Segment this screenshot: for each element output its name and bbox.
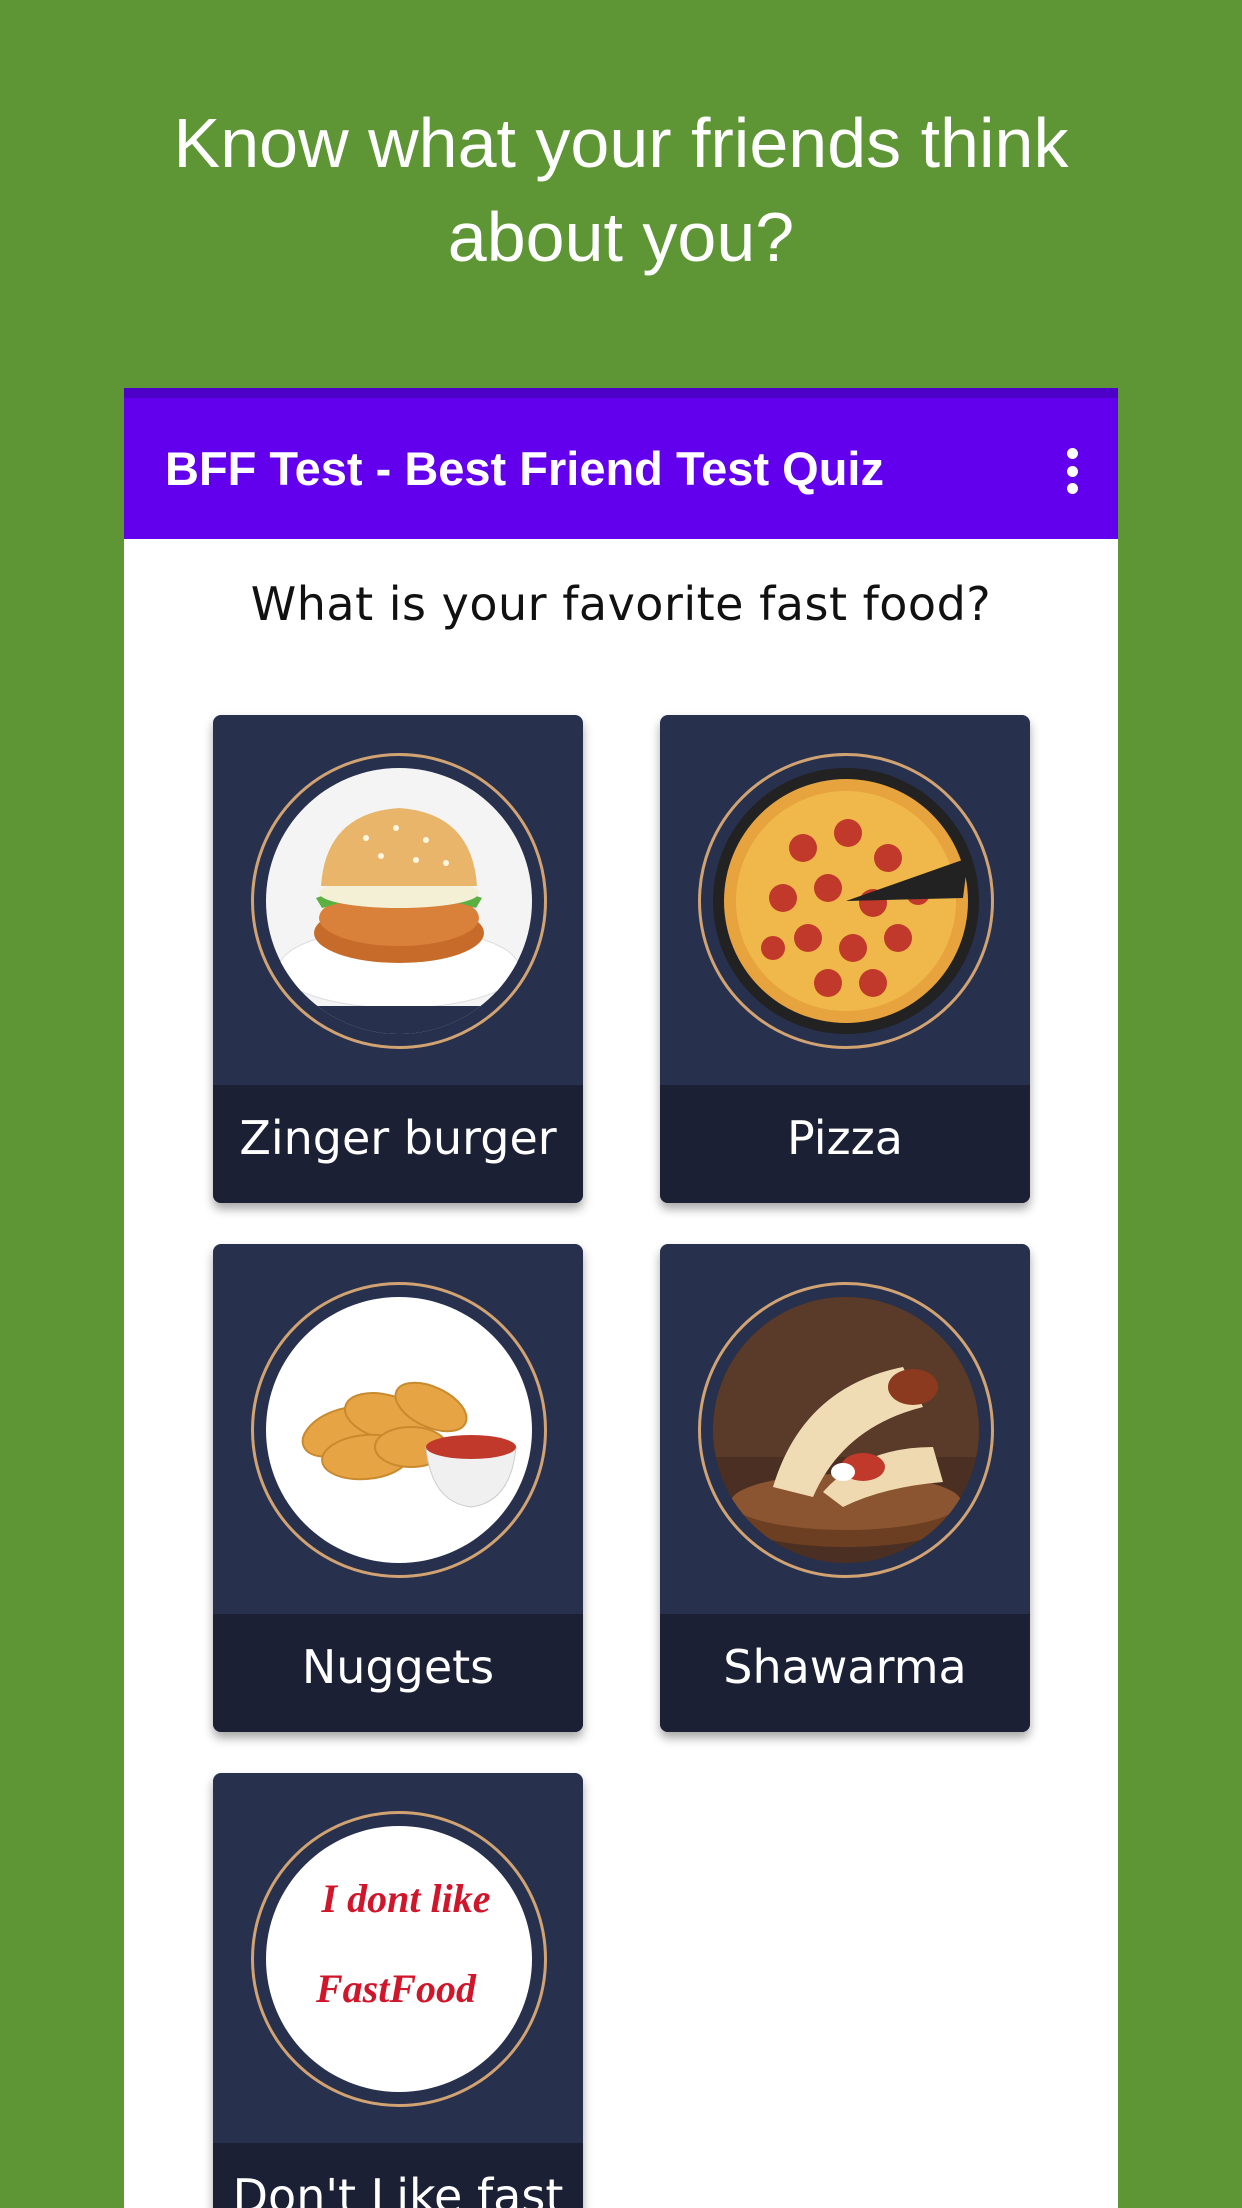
pizza-image [713,768,979,1034]
option-label: Nuggets [213,1614,583,1732]
more-vert-icon[interactable] [1064,448,1080,494]
status-bar [124,388,1118,398]
question-text: What is your favorite fast food? [250,577,992,631]
headline-line-1: Know what your friends think [173,104,1069,182]
option-card-nuggets[interactable]: Nuggets [213,1244,583,1732]
option-card-pizza[interactable]: Pizza [660,715,1030,1203]
nuggets-image [266,1297,532,1563]
dont-like-fastfood-image: I dont like FastFood [266,1826,532,2092]
option-card-dont-like-fast-food[interactable]: I dont like FastFood Don't Like fast [213,1773,583,2208]
option-card-zinger-burger[interactable]: Zinger burger [213,715,583,1203]
promo-headline: Know what your friends think about you? [0,96,1242,284]
shawarma-image [713,1297,979,1563]
headline-line-2: about you? [447,198,795,276]
option-label: Pizza [660,1085,1030,1203]
image-text-line-2: FastFood [315,1966,477,2011]
phone-screen: BFF Test - Best Friend Test Quiz What is… [124,388,1118,2208]
app-title: BFF Test - Best Friend Test Quiz [165,442,884,495]
app-bar: BFF Test - Best Friend Test Quiz [124,398,1118,539]
image-text-line-1: I dont like [321,1876,491,1921]
zinger-burger-image [266,768,532,1034]
option-label: Zinger burger [213,1085,583,1203]
option-label: Don't Like fast [213,2143,583,2208]
option-card-shawarma[interactable]: Shawarma [660,1244,1030,1732]
option-label: Shawarma [660,1614,1030,1732]
